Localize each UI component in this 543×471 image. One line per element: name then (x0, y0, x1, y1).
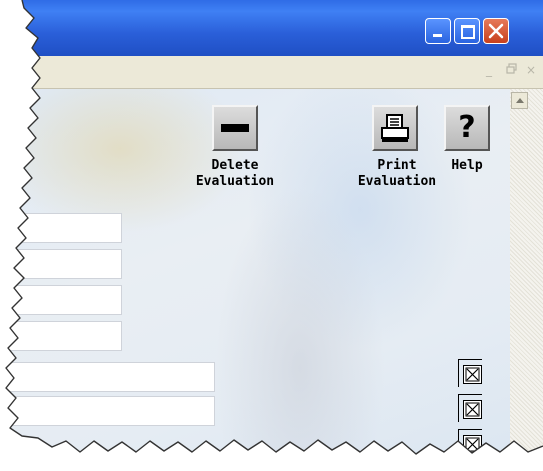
mdi-restore-button[interactable] (506, 63, 517, 77)
checkbox-checked[interactable] (463, 365, 482, 384)
question-mark-icon: ? (458, 110, 476, 145)
title-bar (0, 0, 543, 56)
help-label: Help (451, 158, 483, 173)
text-field[interactable] (0, 285, 122, 315)
maximize-button[interactable] (454, 18, 480, 44)
text-field[interactable] (0, 213, 122, 243)
check-x-icon (465, 437, 480, 452)
restore-icon (506, 63, 517, 74)
mdi-minimize-button[interactable]: _ (486, 63, 492, 77)
close-button[interactable] (483, 18, 509, 44)
print-button-face[interactable] (372, 105, 418, 151)
evaluation-form: Delete Evaluation Print Evaluation ? Hel… (0, 89, 510, 471)
delete-button-face[interactable] (212, 105, 258, 151)
text-field-wide[interactable] (0, 362, 215, 392)
close-icon (488, 23, 504, 39)
scroll-up-button[interactable] (511, 92, 528, 109)
help-button-face[interactable]: ? (444, 105, 490, 151)
check-x-icon (465, 402, 480, 417)
text-field-wide[interactable] (0, 396, 215, 426)
minus-icon (221, 124, 249, 132)
check-x-icon (465, 367, 480, 382)
checkbox-checked[interactable] (463, 400, 482, 419)
mdi-control-bar: _ × (0, 56, 543, 89)
print-evaluation-label: Print Evaluation (357, 158, 437, 189)
mdi-close-button[interactable]: × (526, 63, 536, 77)
minimize-button[interactable] (425, 18, 451, 44)
checkbox-checked[interactable] (463, 435, 482, 454)
text-field[interactable] (0, 249, 122, 279)
delete-evaluation-label: Delete Evaluation (195, 158, 275, 189)
application-window: _ × Delete Evaluation Print Evaluation ?… (0, 0, 543, 471)
text-field[interactable] (0, 321, 122, 351)
vertical-scrollbar[interactable] (510, 89, 543, 471)
screenshot: _ × Delete Evaluation Print Evaluation ?… (0, 0, 543, 471)
printer-icon (380, 114, 412, 144)
